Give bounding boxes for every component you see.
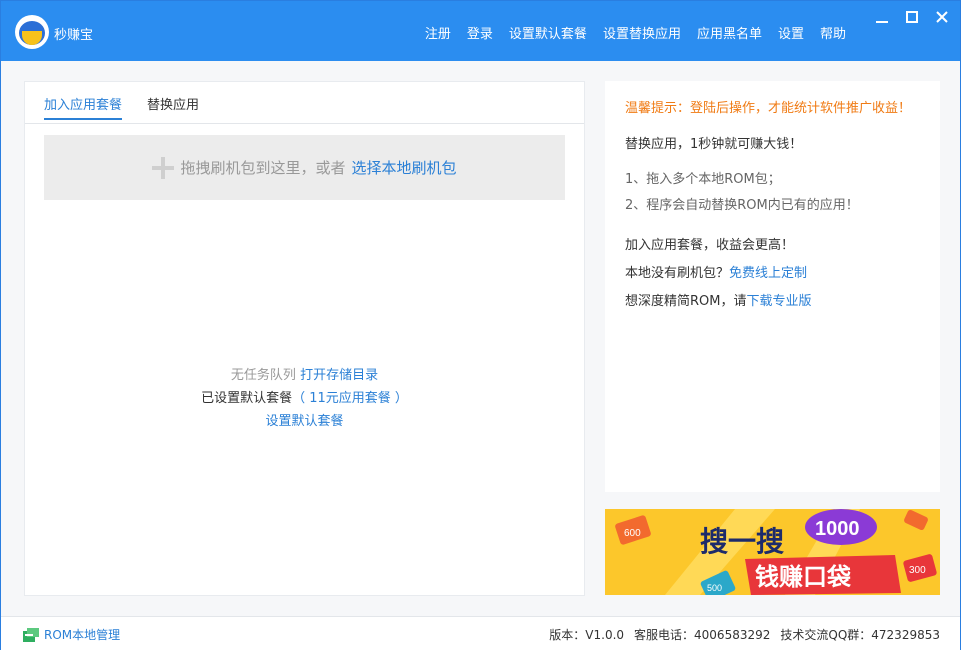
version-text: 版本：V1.0.0 <box>549 628 625 642</box>
open-storage-dir-link[interactable]: 打开存储目录 <box>300 368 378 383</box>
task-panel: 加入应用套餐 替换应用 拖拽刷机包到这里，或者 选择本地刷机包 无任务队列 打开存… <box>24 81 585 596</box>
plus-icon <box>152 156 175 179</box>
default-package-label: 已设置默认套餐 <box>201 391 293 406</box>
service-phone-text: 客服电话：4006583292 <box>634 628 771 642</box>
promo-banner[interactable]: 600 300 500 搜一搜 1000 钱赚口袋 <box>605 509 940 595</box>
chip-300: 300 <box>909 565 926 576</box>
menu-register[interactable]: 注册 <box>425 23 451 42</box>
menu-login[interactable]: 登录 <box>467 23 493 42</box>
tips-panel: 温馨提示：登陆后操作，才能统计软件推广收益！ 替换应用，1秒钟就可赚大钱！ 1、… <box>605 81 940 492</box>
minimize-icon[interactable] <box>874 9 890 25</box>
rom-local-manage-label: ROM本地管理 <box>44 628 121 642</box>
tips-no-package-row: 本地没有刷机包？免费线上定制 <box>625 262 807 281</box>
menu-help[interactable]: 帮助 <box>820 23 846 42</box>
maximize-icon[interactable] <box>904 9 920 25</box>
chip-500: 500 <box>707 583 722 593</box>
queue-empty-text: 无任务队列 <box>230 368 296 383</box>
status-bar: ROM本地管理 版本：V1.0.0 客服电话：4006583292 技术交流QQ… <box>1 616 960 650</box>
login-warning: 温馨提示：登陆后操作，才能统计软件推广收益！ <box>625 101 912 116</box>
menu-set-default-package[interactable]: 设置默认套餐 <box>509 23 587 42</box>
tips-step-1: 1、拖入多个本地ROM包； <box>625 172 781 187</box>
menu-set-replace-apps[interactable]: 设置替换应用 <box>603 23 681 42</box>
main-area: 加入应用套餐 替换应用 拖拽刷机包到这里，或者 选择本地刷机包 无任务队列 打开存… <box>1 61 960 616</box>
promo-banner-art: 600 300 500 搜一搜 1000 钱赚口袋 <box>605 509 940 595</box>
tips-pro-row: 想深度精简ROM，请下载专业版 <box>625 290 812 309</box>
rom-dropzone[interactable]: 拖拽刷机包到这里，或者 选择本地刷机包 <box>44 135 565 200</box>
no-package-text: 本地没有刷机包？ <box>625 266 730 281</box>
qq-group-text: 技术交流QQ群：472329853 <box>780 628 940 642</box>
default-package-status: 已设置默认套餐（ 11元应用套餐 ） <box>25 387 584 406</box>
set-default-package-row: 设置默认套餐 <box>25 410 584 429</box>
banner-badge: 1000 <box>815 518 860 540</box>
window-controls <box>874 9 950 25</box>
menu-settings[interactable]: 设置 <box>778 23 804 42</box>
tab-add-package[interactable]: 加入应用套餐 <box>44 94 123 120</box>
app-name: 秒赚宝 <box>54 28 94 43</box>
deep-trim-text: 想深度精简ROM，请 <box>625 294 747 309</box>
title-bar: 秒赚宝 注册 登录 设置默认套餐 设置替换应用 应用黑名单 设置 帮助 <box>1 1 960 61</box>
default-package-value[interactable]: （ 11元应用套餐 ） <box>292 391 408 406</box>
queue-status: 无任务队列 打开存储目录 <box>25 364 584 383</box>
banner-line-1: 搜一搜 <box>700 525 784 558</box>
tab-bar: 加入应用套餐 替换应用 <box>25 82 584 124</box>
dropzone-text: 拖拽刷机包到这里，或者 <box>180 159 346 177</box>
free-custom-link[interactable]: 免费线上定制 <box>729 266 807 281</box>
tab-replace-apps[interactable]: 替换应用 <box>147 94 199 113</box>
rom-manage-icon <box>23 627 39 642</box>
rom-local-manage-button[interactable]: ROM本地管理 <box>23 626 120 643</box>
banner-line-2: 钱赚口袋 <box>755 563 852 591</box>
select-local-rom-link[interactable]: 选择本地刷机包 <box>352 157 457 178</box>
tips-step-2: 2、程序会自动替换ROM内已有的应用！ <box>625 198 859 213</box>
menu-app-blacklist[interactable]: 应用黑名单 <box>697 23 762 42</box>
chip-600: 600 <box>624 528 641 539</box>
app-window: 秒赚宝 注册 登录 设置默认套餐 设置替换应用 应用黑名单 设置 帮助 加入应用… <box>0 0 961 650</box>
top-menu: 注册 登录 设置默认套餐 设置替换应用 应用黑名单 设置 帮助 <box>425 23 846 42</box>
download-pro-link[interactable]: 下载专业版 <box>746 294 811 309</box>
footer-info: 版本：V1.0.0 客服电话：4006583292 技术交流QQ群：472329… <box>549 626 940 643</box>
set-default-package-link[interactable]: 设置默认套餐 <box>265 414 343 429</box>
app-logo-icon <box>15 15 49 49</box>
tips-add-package: 加入应用套餐，收益会更高！ <box>625 238 795 253</box>
tips-headline: 替换应用，1秒钟就可赚大钱！ <box>625 137 803 152</box>
close-icon[interactable] <box>934 9 950 25</box>
